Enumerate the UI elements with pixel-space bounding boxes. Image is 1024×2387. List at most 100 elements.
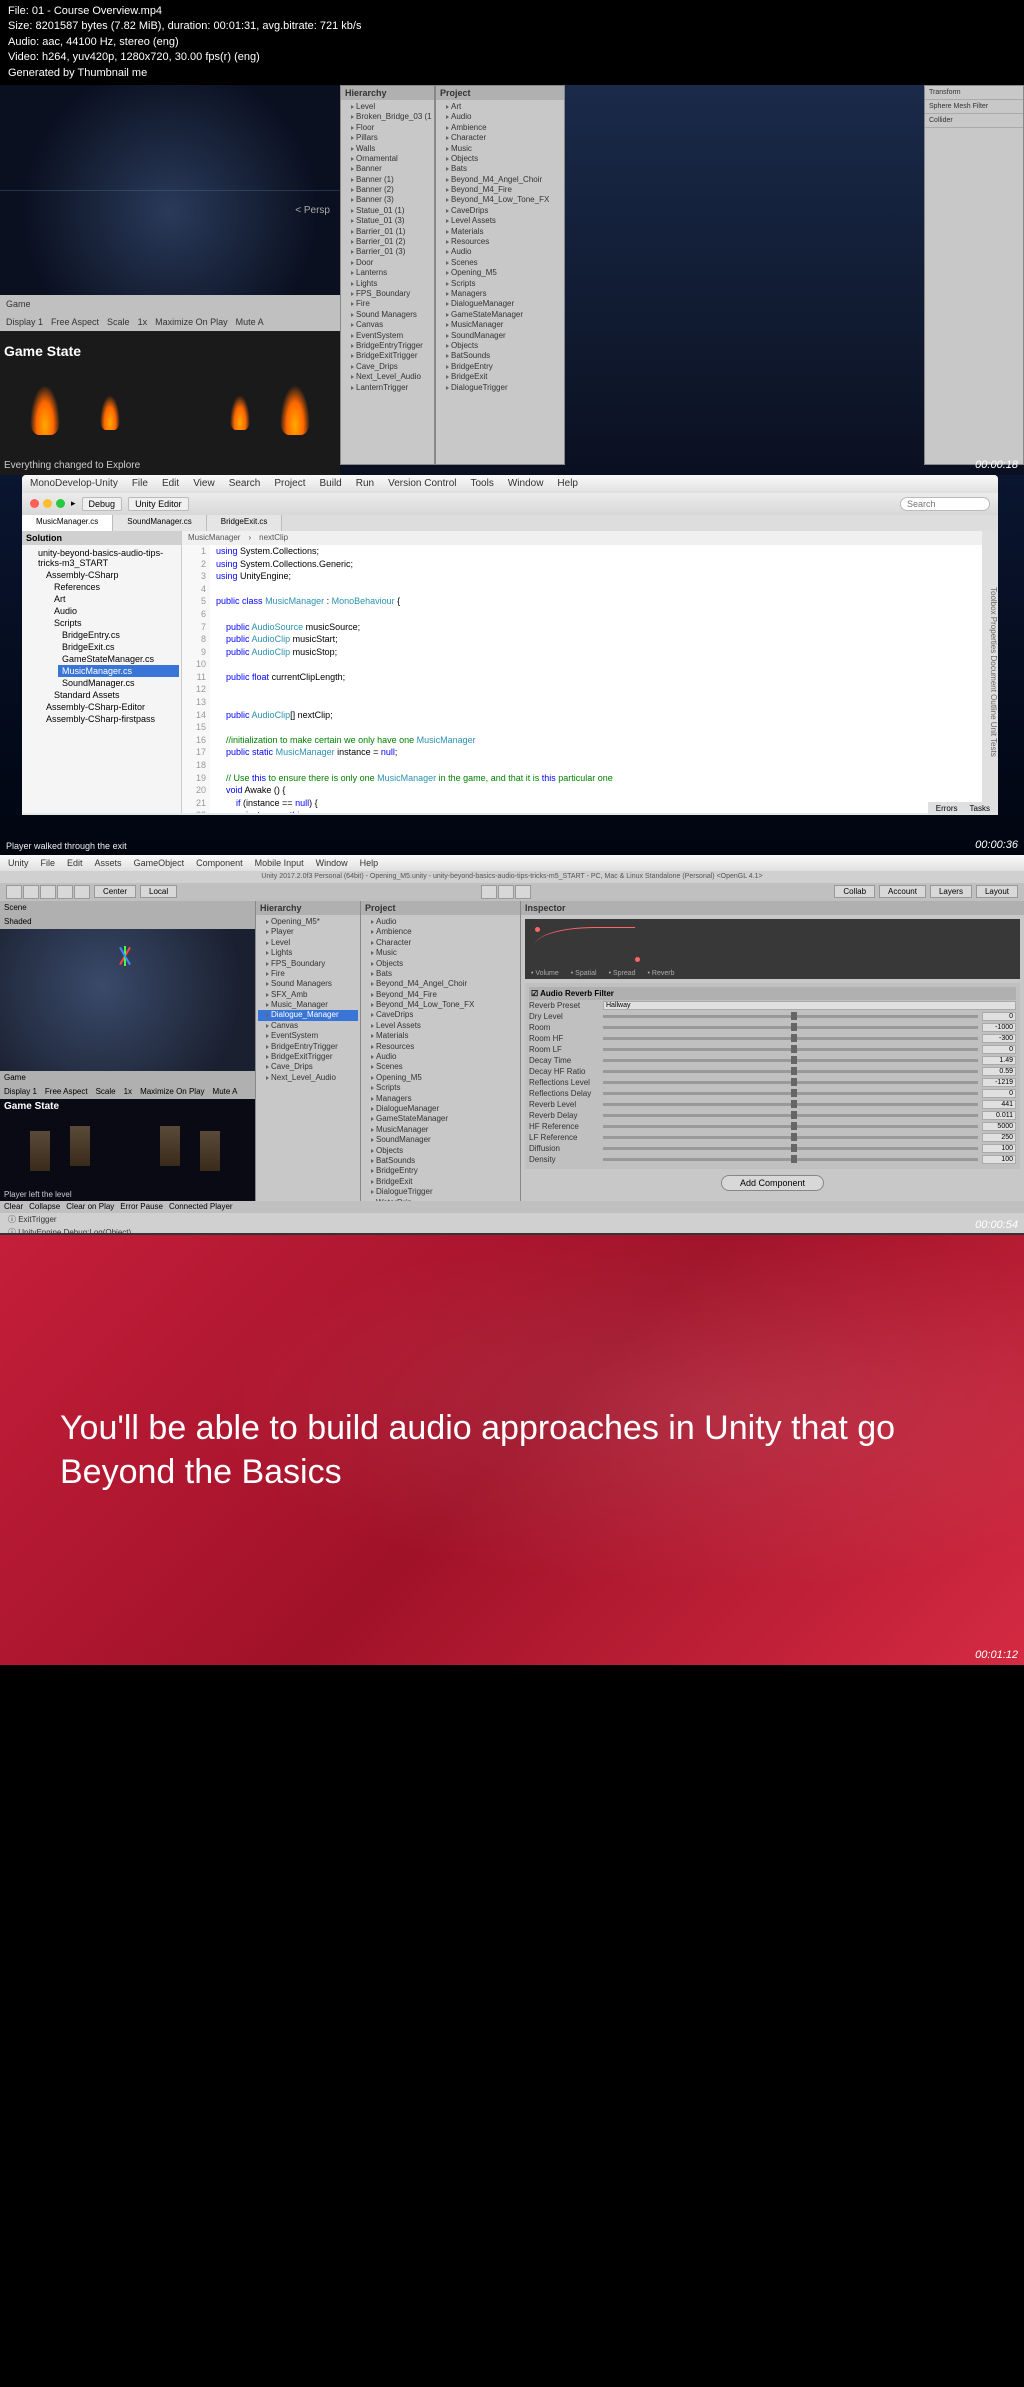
editor-tab[interactable]: SoundManager.cs (113, 515, 207, 531)
tree-item[interactable]: BridgeEntryTrigger (343, 341, 432, 351)
audio-reverb-filter-component[interactable]: ☑ Audio Reverb Filter Reverb Preset Hall… (525, 983, 1020, 1169)
tree-item[interactable]: Art (438, 102, 562, 112)
reverb-slider[interactable] (603, 1103, 978, 1106)
hierarchy-panel[interactable]: Hierarchy Opening_M5*PlayerLevelLightsFP… (255, 901, 360, 1201)
tree-item[interactable]: Sound Managers (343, 310, 432, 320)
tree-item[interactable]: Scenes (363, 1062, 518, 1072)
solution-item[interactable]: Scripts (50, 617, 179, 629)
menubar[interactable]: MonoDevelop-UnityFileEditViewSearchProje… (22, 475, 998, 493)
collab-dropdown[interactable]: Collab (834, 885, 875, 898)
tree-item[interactable]: Beyond_M4_Angel_Choir (363, 979, 518, 989)
menu-item[interactable]: MonoDevelop-Unity (30, 478, 118, 489)
play-icon[interactable]: ▸ (71, 498, 76, 509)
reverb-slider[interactable] (603, 1125, 978, 1128)
play-icon[interactable] (481, 885, 497, 899)
tree-item[interactable]: Ambience (438, 123, 562, 133)
tree-item[interactable]: Cave_Drips (258, 1062, 358, 1072)
hand-tool-icon[interactable] (6, 885, 22, 899)
project-panel[interactable]: Project ArtAudioAmbienceCharacterMusicOb… (435, 85, 565, 465)
reverb-preset-dropdown[interactable]: Hallway (603, 1001, 1016, 1010)
solution-item[interactable]: Audio (50, 605, 179, 617)
menu-item[interactable]: Window (508, 478, 544, 489)
reverb-value[interactable]: 250 (982, 1133, 1016, 1142)
monodevelop-window[interactable]: MonoDevelop-UnityFileEditViewSearchProje… (22, 475, 998, 815)
tree-item[interactable]: Door (343, 258, 432, 268)
minimize-icon[interactable] (43, 499, 52, 508)
code-editor[interactable]: MusicManager›nextClip 123456789101112131… (182, 531, 982, 813)
project-panel[interactable]: Project AudioAmbienceCharacterMusicObjec… (360, 901, 520, 1201)
inspector-panel[interactable]: Inspector • Volume• Spatial• Spread• Rev… (520, 901, 1024, 1201)
reverb-value[interactable]: 0 (982, 1012, 1016, 1021)
scene-view[interactable]: < Persp (0, 85, 340, 295)
tree-item[interactable]: Sound Managers (258, 979, 358, 989)
tree-item[interactable]: DialogueTrigger (438, 383, 562, 393)
tree-item[interactable]: Player (258, 927, 358, 937)
tree-item[interactable]: Beyond_M4_Low_Tone_FX (363, 1000, 518, 1010)
tree-item[interactable]: Opening_M5 (363, 1073, 518, 1083)
menu-item[interactable]: Assets (95, 858, 122, 868)
menu-item[interactable]: Build (320, 478, 342, 489)
toolbar[interactable]: ▸ Debug Unity Editor (22, 493, 998, 515)
tree-item[interactable]: GameStateManager (438, 310, 562, 320)
console-panel[interactable]: ClearCollapseClear on PlayError PauseCon… (0, 1201, 1024, 1233)
tree-item[interactable]: Objects (438, 154, 562, 164)
tree-item[interactable]: MusicManager (363, 1125, 518, 1135)
tree-item[interactable]: SoundManager (438, 331, 562, 341)
pause-icon[interactable] (498, 885, 514, 899)
zoom-icon[interactable] (56, 499, 65, 508)
menubar[interactable]: UnityFileEditAssetsGameObjectComponentMo… (0, 855, 1024, 871)
scale-tool-icon[interactable] (57, 885, 73, 899)
debug-dropdown[interactable]: Debug (82, 497, 123, 511)
menu-item[interactable]: Search (229, 478, 261, 489)
tree-item[interactable]: EventSystem (258, 1031, 358, 1041)
reverb-value[interactable]: -1000 (982, 1023, 1016, 1032)
tree-item[interactable]: BridgeExitTrigger (343, 351, 432, 361)
tree-item[interactable]: FPS_Boundary (343, 289, 432, 299)
tree-item[interactable]: BatSounds (438, 351, 562, 361)
tree-item[interactable]: MusicManager (438, 320, 562, 330)
reverb-slider[interactable] (603, 1070, 978, 1073)
menu-item[interactable]: Unity (8, 858, 29, 868)
reverb-slider[interactable] (603, 1136, 978, 1139)
reverb-value[interactable]: 1.49 (982, 1056, 1016, 1065)
solution-item[interactable]: BridgeExit.cs (58, 641, 179, 653)
step-icon[interactable] (515, 885, 531, 899)
tree-item[interactable]: Beyond_M4_Angel_Choir (438, 175, 562, 185)
menu-item[interactable]: Component (196, 858, 243, 868)
reverb-value[interactable]: 100 (982, 1144, 1016, 1153)
search-input[interactable] (900, 497, 990, 511)
editor-tabs[interactable]: MusicManager.csSoundManager.csBridgeExit… (22, 515, 998, 531)
tree-item[interactable]: Level Assets (363, 1021, 518, 1031)
tree-item[interactable]: DialogueManager (438, 299, 562, 309)
tree-item[interactable]: Pillars (343, 133, 432, 143)
editor-tab[interactable]: MusicManager.cs (22, 515, 113, 531)
solution-item[interactable]: unity-beyond-basics-audio-tips-tricks-m3… (34, 547, 179, 569)
tree-item[interactable]: Canvas (343, 320, 432, 330)
center-toggle[interactable]: Center (94, 885, 136, 898)
tree-item[interactable]: BridgeEntryTrigger (258, 1042, 358, 1052)
tree-item[interactable]: Lights (343, 279, 432, 289)
tree-item[interactable]: Statue_01 (1) (343, 206, 432, 216)
tree-item[interactable]: Barrier_01 (2) (343, 237, 432, 247)
reverb-slider[interactable] (603, 1147, 978, 1150)
tree-item[interactable]: Objects (363, 959, 518, 969)
solution-item[interactable]: Art (50, 593, 179, 605)
reverb-value[interactable]: 5000 (982, 1122, 1016, 1131)
solution-item[interactable]: MusicManager.cs (58, 665, 179, 677)
tree-item[interactable]: Beyond_M4_Fire (363, 990, 518, 1000)
tree-item[interactable]: Barrier_01 (3) (343, 247, 432, 257)
tree-item[interactable]: BatSounds (363, 1156, 518, 1166)
tree-item[interactable]: Next_Level_Audio (258, 1073, 358, 1083)
reverb-slider[interactable] (603, 1081, 978, 1084)
reverb-slider[interactable] (603, 1092, 978, 1095)
tree-item[interactable]: Resources (438, 237, 562, 247)
menu-item[interactable]: Edit (162, 478, 179, 489)
unity-editor-dropdown[interactable]: Unity Editor (128, 497, 189, 511)
reverb-slider[interactable] (603, 1059, 978, 1062)
inspector-panel[interactable]: Transform Sphere Mesh Filter Collider (924, 85, 1024, 465)
reverb-slider[interactable] (603, 1158, 978, 1161)
tree-item[interactable]: BridgeExit (438, 372, 562, 382)
tree-item[interactable]: Music (363, 948, 518, 958)
right-tabs[interactable]: Toolbox Properties Document Outline Unit… (982, 531, 998, 813)
tree-item[interactable]: Cave_Drips (343, 362, 432, 372)
